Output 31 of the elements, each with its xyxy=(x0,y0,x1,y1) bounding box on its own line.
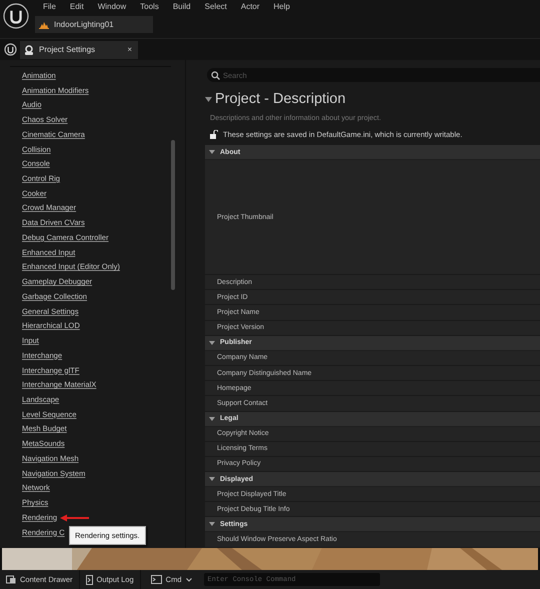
engine-logo[interactable] xyxy=(3,3,29,29)
menu-item[interactable]: Build xyxy=(166,0,198,14)
close-button[interactable]: × xyxy=(125,45,134,54)
log-icon xyxy=(86,574,93,584)
tab-label: Project Settings xyxy=(39,45,96,54)
scrollbar-thumb[interactable] xyxy=(171,140,175,290)
chevron-down-icon xyxy=(186,578,192,582)
menu-item[interactable]: Window xyxy=(90,0,134,14)
menu-item[interactable]: Help xyxy=(266,0,297,14)
drawer-icon xyxy=(6,575,16,584)
pointer-arrow xyxy=(59,514,91,522)
menu-item[interactable]: Edit xyxy=(62,0,91,14)
expanded-arrow-icon[interactable] xyxy=(209,521,215,528)
expanded-arrow-icon[interactable] xyxy=(209,149,215,155)
menu-item[interactable]: File xyxy=(36,0,63,14)
expanded-arrow-icon[interactable] xyxy=(209,476,215,482)
menu-item[interactable]: Actor xyxy=(234,0,267,14)
panel-tab[interactable]: Project Settings × xyxy=(20,40,138,58)
level-tab[interactable]: IndoorLighting01 xyxy=(35,16,153,33)
menu-item[interactable]: Select xyxy=(198,0,234,14)
engine-logo[interactable] xyxy=(4,43,17,56)
expanded-arrow-icon[interactable] xyxy=(209,416,215,422)
menu-item[interactable]: Tools xyxy=(133,0,166,14)
search-icon xyxy=(211,70,220,80)
collapse-arrow-icon[interactable] xyxy=(205,96,212,102)
level-icon xyxy=(39,20,49,28)
unlock-icon xyxy=(210,130,218,138)
page-title: Project - Description xyxy=(215,91,346,107)
terminal-icon xyxy=(150,575,162,584)
expanded-arrow-icon[interactable] xyxy=(209,340,215,346)
settings-icon xyxy=(24,44,34,54)
